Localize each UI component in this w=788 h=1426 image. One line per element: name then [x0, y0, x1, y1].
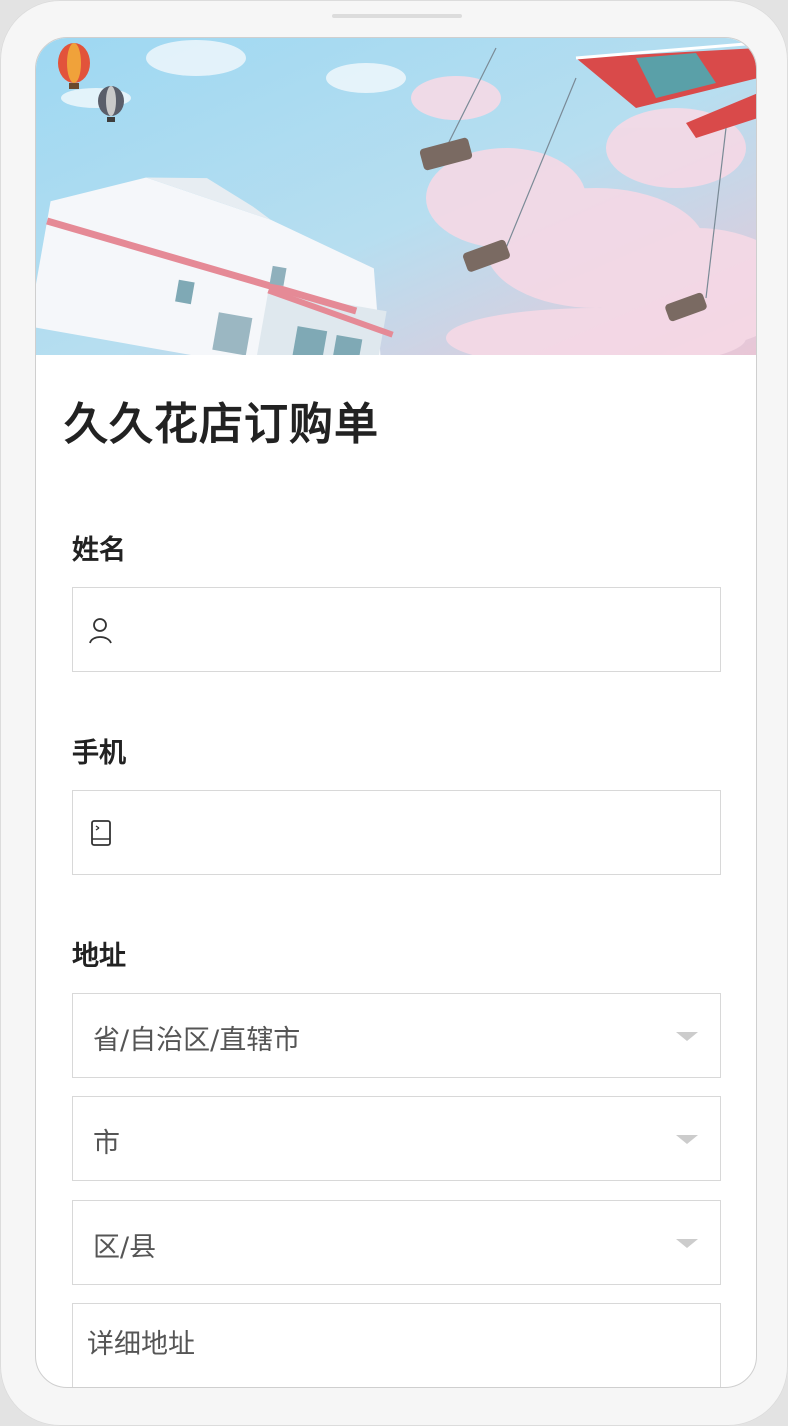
address-label: 地址: [72, 941, 126, 972]
caret-down-icon: [676, 1032, 698, 1041]
district-select-value: 区/县: [93, 1232, 157, 1263]
province-select[interactable]: 省/自治区/直辖市: [72, 993, 721, 1078]
name-input[interactable]: [72, 587, 721, 672]
caret-down-icon: [676, 1239, 698, 1248]
name-label: 姓名: [72, 535, 126, 566]
phone-speaker: [332, 14, 462, 18]
district-select[interactable]: 区/县: [72, 1200, 721, 1285]
person-icon: [89, 618, 112, 644]
phone-frame: 久久花店订购单 姓名 手机 地址 省/自治区/直辖市 市 区/县 详细地址: [0, 0, 788, 1426]
detail-address-placeholder: 详细地址: [87, 1329, 195, 1360]
detail-address-textarea[interactable]: 详细地址: [72, 1303, 721, 1387]
form-screen: 久久花店订购单 姓名 手机 地址 省/自治区/直辖市 市 区/县 详细地址: [35, 37, 757, 1388]
phone-icon: [91, 820, 111, 846]
province-select-value: 省/自治区/直辖市: [93, 1025, 301, 1056]
header-banner-image: [36, 38, 756, 355]
phone-label: 手机: [72, 738, 126, 769]
caret-down-icon: [676, 1135, 698, 1144]
form-title: 久久花店订购单: [64, 399, 379, 450]
phone-input[interactable]: [72, 790, 721, 875]
city-select[interactable]: 市: [72, 1096, 721, 1181]
city-select-value: 市: [93, 1128, 120, 1159]
